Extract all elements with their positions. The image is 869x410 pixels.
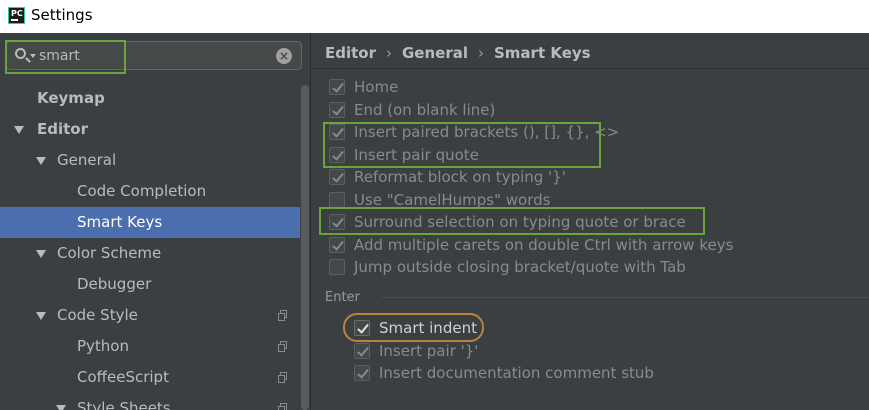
highlight-surround-option xyxy=(319,207,705,235)
checkbox-checked-icon[interactable] xyxy=(354,342,370,359)
tree-item-coffeescript[interactable]: CoffeeScript xyxy=(0,362,300,393)
title-bar: PC Settings xyxy=(0,0,869,33)
pycharm-app-icon: PC xyxy=(8,7,25,24)
tree-item-label: CoffeeScript xyxy=(77,368,169,386)
breadcrumb-divider xyxy=(311,68,869,69)
option-label: Insert documentation comment stub xyxy=(379,364,654,382)
settings-sidebar: × Keymap Editor General Code Completion Smar… xyxy=(0,33,311,410)
expand-arrow-icon[interactable] xyxy=(36,250,46,258)
project-scheme-copy-icon xyxy=(278,310,288,321)
tree-item-code-completion[interactable]: Code Completion xyxy=(0,176,300,207)
option-label: Insert pair '}' xyxy=(379,341,479,360)
option-label: Reformat block on typing '}' xyxy=(354,168,566,186)
tree-item-label: Style Sheets xyxy=(77,399,171,410)
tree-item-python[interactable]: Python xyxy=(0,331,300,362)
project-scheme-copy-icon xyxy=(278,403,288,410)
project-scheme-copy-icon xyxy=(278,372,288,383)
breadcrumb-editor: Editor xyxy=(325,44,376,62)
highlight-smart-indent xyxy=(343,313,484,342)
tree-item-general[interactable]: General xyxy=(0,145,300,176)
tree-item-label: Code Style xyxy=(57,306,138,324)
checkbox-checked-icon[interactable] xyxy=(329,236,345,253)
breadcrumb-general: General xyxy=(402,44,468,62)
tree-item-smart-keys[interactable]: Smart Keys xyxy=(0,207,300,238)
sidebar-scrollbar[interactable] xyxy=(300,83,310,410)
window-title: Settings xyxy=(31,6,93,24)
tree-item-label: Keymap xyxy=(37,89,105,107)
checkbox-checked-icon[interactable] xyxy=(329,101,345,118)
option-label: Jump outside closing bracket/quote with … xyxy=(354,258,686,276)
tree-item-editor[interactable]: Editor xyxy=(0,114,300,145)
breadcrumb-separator: › xyxy=(386,44,392,62)
tree-item-label: Color Scheme xyxy=(57,244,162,262)
expand-arrow-icon[interactable] xyxy=(36,157,46,165)
enter-section-divider xyxy=(381,297,869,298)
tree-item-code-style[interactable]: Code Style xyxy=(0,300,300,331)
settings-content: Editor › General › Smart Keys Home End (on bl… xyxy=(311,33,869,410)
scrollbar-thumb[interactable] xyxy=(301,85,309,410)
expand-arrow-icon[interactable] xyxy=(36,312,46,320)
tree-item-label: Smart Keys xyxy=(77,213,163,231)
tree-item-label: Code Completion xyxy=(77,182,207,200)
tree-item-keymap[interactable]: Keymap xyxy=(0,83,300,114)
checkbox-checked-icon[interactable] xyxy=(329,79,345,95)
clear-icon[interactable]: × xyxy=(276,48,292,64)
checkbox-unchecked-icon[interactable] xyxy=(329,191,345,208)
tree-item-label: General xyxy=(57,151,117,169)
tree-item-label: Python xyxy=(77,337,129,355)
checkbox-unchecked-icon[interactable] xyxy=(329,259,345,275)
expand-arrow-icon[interactable] xyxy=(14,126,24,134)
tree-item-label: Editor xyxy=(37,120,88,138)
expand-arrow-icon[interactable] xyxy=(56,405,66,410)
tree-item-debugger[interactable]: Debugger xyxy=(0,269,300,300)
option-label: Home xyxy=(354,78,399,96)
enter-section-label: Enter xyxy=(325,290,360,305)
project-scheme-copy-icon xyxy=(278,341,288,352)
tree-item-color-scheme[interactable]: Color Scheme xyxy=(0,238,300,269)
breadcrumb-smart-keys: Smart Keys xyxy=(494,44,591,62)
tree-item-style-sheets[interactable]: Style Sheets xyxy=(0,393,300,410)
tree-item-label: Debugger xyxy=(77,275,152,293)
option-label: End (on blank line) xyxy=(354,100,496,119)
checkbox-checked-icon[interactable] xyxy=(329,169,345,185)
breadcrumb-separator: › xyxy=(478,44,484,62)
highlight-search xyxy=(5,40,126,74)
option-label: Add multiple carets on double Ctrl with … xyxy=(354,235,734,254)
highlight-paired-options xyxy=(323,122,601,168)
checkbox-checked-icon[interactable] xyxy=(354,365,370,381)
breadcrumb: Editor › General › Smart Keys xyxy=(325,44,591,62)
